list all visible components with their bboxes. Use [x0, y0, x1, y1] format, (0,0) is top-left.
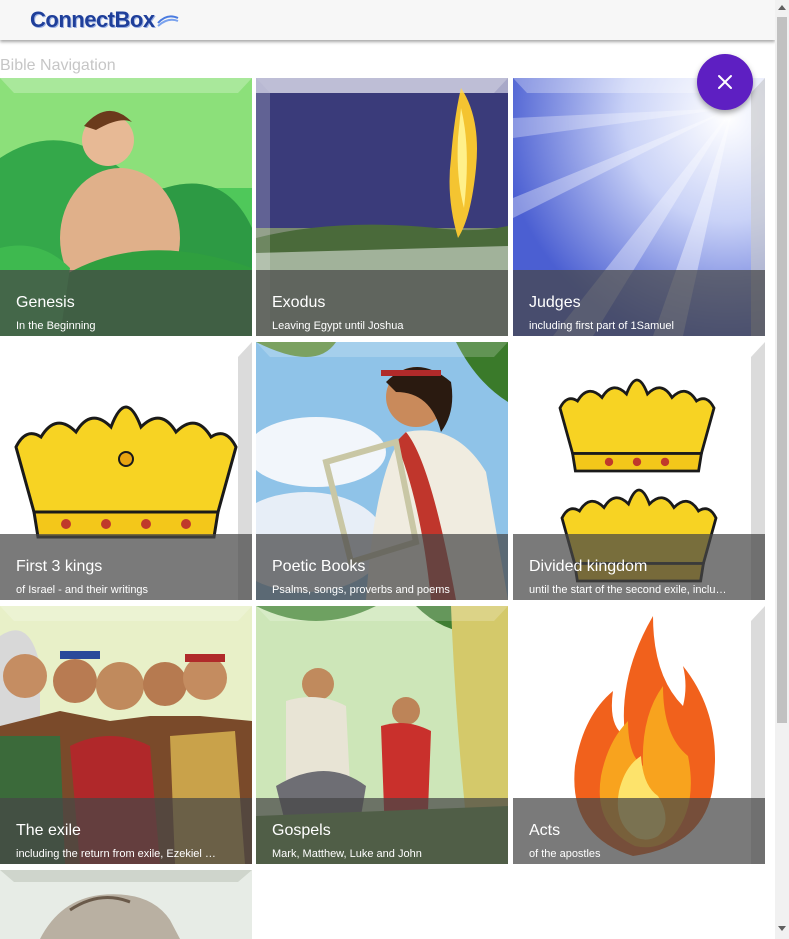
tile-caption: Divided kingdom until the start of the s…	[513, 534, 765, 600]
app-header: ConnectBox	[0, 0, 775, 40]
tile-exodus[interactable]: Exodus Leaving Egypt until Joshua	[256, 78, 508, 336]
tile-poetic-books[interactable]: Poetic Books Psalms, songs, proverbs and…	[256, 342, 508, 600]
tile-caption: Genesis In the Beginning	[0, 270, 252, 336]
tile-caption: The exile including the return from exil…	[0, 798, 252, 864]
tile-subtitle: Mark, Matthew, Luke and John	[272, 848, 422, 860]
tile-caption: Poetic Books Psalms, songs, proverbs and…	[256, 534, 508, 600]
tile-title: Genesis	[16, 294, 75, 311]
tile-divided-kingdom[interactable]: Divided kingdom until the start of the s…	[513, 342, 765, 600]
tile-caption: Judges including first part of 1Samuel	[513, 270, 765, 336]
tile-acts[interactable]: Acts of the apostles	[513, 606, 765, 864]
tile-caption: Gospels Mark, Matthew, Luke and John	[256, 798, 508, 864]
tile-title: Exodus	[272, 294, 326, 311]
tile-title: Gospels	[272, 822, 331, 839]
tile-subtitle: of Israel - and their writings	[16, 584, 149, 596]
tile-subtitle: including the return from exile, Ezekiel…	[16, 848, 216, 860]
tile-title: Poetic Books	[272, 558, 366, 575]
logo-text: ConnectBox	[30, 7, 155, 32]
page-title: Bible Navigation	[0, 57, 116, 74]
tile-title: Judges	[529, 294, 581, 311]
scroll-down-icon[interactable]	[778, 926, 786, 931]
page-scrollbar[interactable]	[775, 0, 789, 939]
tile-subtitle: In the Beginning	[16, 320, 96, 332]
tile-first-3-kings[interactable]: First 3 kings of Israel - and their writ…	[0, 342, 252, 600]
connectbox-logo[interactable]: ConnectBox	[30, 6, 179, 34]
tile-subtitle: Leaving Egypt until Joshua	[272, 320, 404, 332]
tile-title: Divided kingdom	[529, 558, 648, 575]
tile-caption: Acts of the apostles	[513, 798, 765, 864]
tile-title: The exile	[16, 822, 81, 839]
tile-subtitle: Psalms, songs, proverbs and poems	[272, 584, 450, 596]
partial-tile-image	[0, 870, 252, 939]
tile-gospels[interactable]: Gospels Mark, Matthew, Luke and John	[256, 606, 508, 864]
tile-partial[interactable]	[0, 870, 252, 939]
tile-genesis[interactable]: Genesis In the Beginning	[0, 78, 252, 336]
scroll-thumb[interactable]	[777, 17, 787, 723]
scroll-up-icon[interactable]	[778, 5, 786, 10]
close-button[interactable]	[697, 54, 753, 110]
tile-caption: Exodus Leaving Egypt until Joshua	[256, 270, 508, 336]
logo-swoosh-icon	[156, 15, 178, 27]
close-icon	[718, 75, 732, 89]
tile-judges[interactable]: Judges including first part of 1Samuel	[513, 78, 765, 336]
tile-title: Acts	[529, 822, 561, 839]
tile-title: First 3 kings	[16, 558, 103, 575]
tile-subtitle: including first part of 1Samuel	[529, 320, 674, 332]
tile-the-exile[interactable]: The exile including the return from exil…	[0, 606, 252, 864]
tile-caption: First 3 kings of Israel - and their writ…	[0, 534, 252, 600]
tile-subtitle: until the start of the second exile, inc…	[529, 584, 727, 596]
tile-subtitle: of the apostles	[529, 848, 601, 860]
